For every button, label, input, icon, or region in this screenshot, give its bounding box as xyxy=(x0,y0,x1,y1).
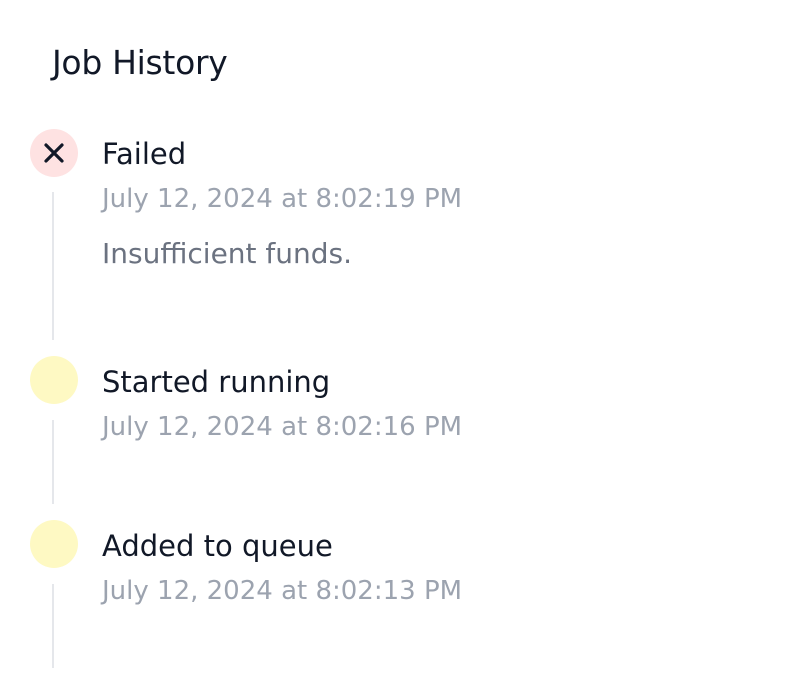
job-history-panel: Job History Failed July 12, 2024 at 8:02… xyxy=(0,0,796,676)
status-marker-failed xyxy=(30,129,78,177)
status-marker-running xyxy=(30,356,78,404)
event-detail-message: Insufficient funds. xyxy=(102,237,353,270)
timeline-connector xyxy=(52,584,54,668)
status-marker-queued xyxy=(30,520,78,568)
close-icon xyxy=(44,143,64,163)
event-title: Started running xyxy=(102,365,331,399)
event-title: Failed xyxy=(102,137,187,171)
event-title: Added to queue xyxy=(102,529,333,563)
page-title: Job History xyxy=(52,43,228,82)
event-timestamp: July 12, 2024 at 8:02:19 PM xyxy=(102,184,463,214)
timeline-connector xyxy=(52,192,54,340)
event-timestamp: July 12, 2024 at 8:02:16 PM xyxy=(102,412,463,442)
timeline-connector xyxy=(52,420,54,504)
event-timestamp: July 12, 2024 at 8:02:13 PM xyxy=(102,576,463,606)
